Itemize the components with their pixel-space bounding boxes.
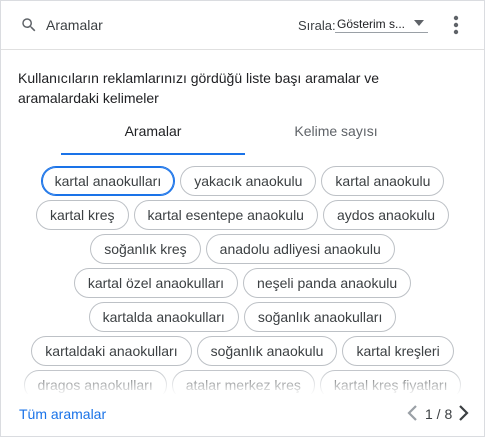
- search-chip[interactable]: kartal kreş: [35, 200, 129, 230]
- dropdown-caret-icon: [414, 20, 424, 26]
- card-footer: Tüm aramalar 1 / 8: [1, 394, 484, 436]
- sort-label: Sırala:: [298, 18, 336, 33]
- search-chip[interactable]: yakacık anaokulu: [180, 166, 317, 196]
- search-term-chips: kartal anaokulları yakacık anaokulu kart…: [1, 156, 484, 394]
- search-chip[interactable]: neşeli panda anaokulu: [243, 268, 412, 298]
- tab-word-count[interactable]: Kelime sayısı: [244, 123, 428, 155]
- search-chip[interactable]: aydos anaokulu: [322, 200, 450, 230]
- search-chip[interactable]: atalar merkez kreş: [171, 370, 315, 394]
- search-chip[interactable]: dragos anaokulları: [23, 370, 167, 394]
- searches-card: Aramalar Sırala: Gösterim s... Kullanıcı…: [0, 0, 485, 437]
- search-chip[interactable]: anadolu adliyesi anaokulu: [205, 234, 395, 264]
- search-chip[interactable]: kartal esentepe anaokulu: [133, 200, 318, 230]
- sort-dropdown[interactable]: Gösterim s...: [335, 15, 428, 33]
- chip-row: kartal kreş kartal esentepe anaokulu ayd…: [1, 200, 484, 230]
- chip-row: dragos anaokulları atalar merkez kreş ka…: [1, 370, 484, 394]
- search-chip[interactable]: kartal anaokulları: [40, 166, 176, 196]
- search-chip[interactable]: kartaldaki anaokulları: [31, 336, 192, 366]
- search-icon: [22, 18, 36, 32]
- tab-searches[interactable]: Aramalar: [61, 123, 245, 155]
- all-searches-link[interactable]: Tüm aramalar: [19, 406, 106, 422]
- search-chip[interactable]: kartalda anaokulları: [88, 302, 239, 332]
- chip-row: kartal özel anaokulları neşeli panda ana…: [1, 268, 484, 298]
- active-tab-indicator: [61, 153, 245, 155]
- search-chip[interactable]: soğanlık anaokulu: [196, 336, 338, 366]
- search-chip[interactable]: kartal anaokulu: [321, 166, 445, 196]
- search-chip[interactable]: kartal özel anaokulları: [73, 268, 239, 298]
- chip-row: kartaldaki anaokulları soğanlık anaokulu…: [1, 336, 484, 366]
- chip-row: kartalda anaokulları soğanlık anaokullar…: [1, 302, 484, 332]
- search-chip[interactable]: kartal kreşleri: [342, 336, 454, 366]
- page-indicator: 1 / 8: [425, 406, 453, 422]
- card-description: Kullanıcıların reklamlarınızı gördüğü li…: [18, 70, 380, 106]
- sort-selected-value: Gösterim s...: [337, 17, 406, 31]
- card-title: Aramalar: [46, 17, 103, 33]
- search-chip[interactable]: kartal kreş fiyatları: [319, 370, 462, 394]
- chevron-left-icon[interactable]: [406, 404, 420, 422]
- search-chip[interactable]: soğanlık anaokulları: [243, 302, 397, 332]
- chip-row: soğanlık kreş anadolu adliyesi anaokulu: [1, 234, 484, 264]
- more-vert-icon[interactable]: [447, 14, 465, 36]
- chevron-right-icon[interactable]: [456, 404, 470, 422]
- search-chip[interactable]: soğanlık kreş: [90, 234, 201, 264]
- card-header: Aramalar Sırala: Gösterim s...: [1, 1, 484, 50]
- chip-row: kartal anaokulları yakacık anaokulu kart…: [1, 166, 484, 196]
